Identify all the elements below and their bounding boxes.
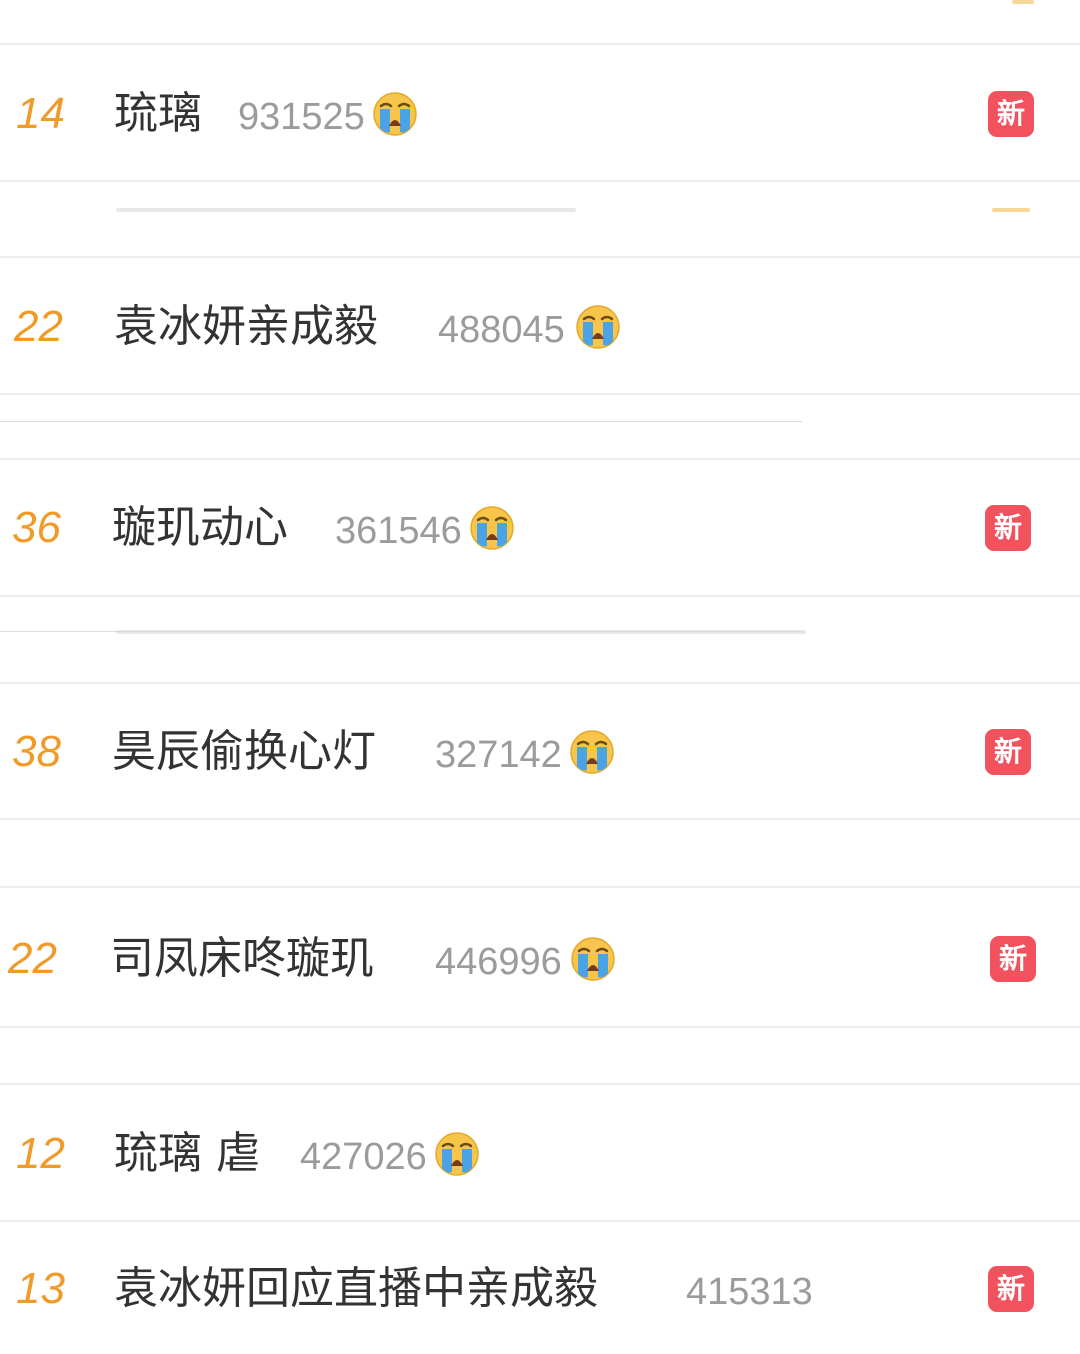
divider: [0, 458, 1080, 460]
new-badge: 新: [990, 936, 1036, 982]
topic-title[interactable]: 璇玑动心: [112, 498, 288, 558]
rank-number: 36: [12, 503, 61, 552]
crying-face-icon: [371, 90, 419, 138]
rank-number: 12: [16, 1129, 65, 1178]
heat-count: 415313: [686, 1271, 813, 1313]
new-badge: 新: [985, 505, 1031, 551]
new-badge: 新: [985, 729, 1031, 775]
heat-count: 931525: [238, 96, 365, 138]
topic-title[interactable]: 袁冰妍回应直播中亲成毅: [114, 1259, 598, 1319]
rank-number: 13: [16, 1264, 65, 1313]
crying-face-icon: [433, 1130, 481, 1178]
divider: [0, 180, 1080, 182]
cropped-row-fragment: [116, 208, 576, 212]
heat-count: 488045: [438, 309, 565, 351]
divider: [0, 682, 1080, 684]
divider: [0, 1220, 1080, 1222]
divider: [0, 886, 1080, 888]
divider: [0, 421, 802, 422]
divider: [0, 393, 1080, 395]
topic-title[interactable]: 袁冰妍亲成毅: [114, 297, 378, 357]
rank-number: 22: [8, 934, 57, 983]
rank-number: 22: [14, 302, 63, 351]
topic-title[interactable]: 琉璃: [114, 84, 202, 144]
divider: [0, 818, 1080, 820]
new-badge: 新: [988, 1266, 1034, 1312]
heat-count: 427026: [300, 1136, 427, 1178]
heat-count: 361546: [335, 510, 462, 552]
crying-face-icon: [468, 504, 516, 552]
divider: [0, 1083, 1080, 1085]
divider: [0, 256, 1080, 258]
cropped-row-fragment: [992, 208, 1030, 212]
topic-title[interactable]: 琉璃 虐: [114, 1124, 260, 1184]
divider: [0, 595, 1080, 597]
cropped-row-fragment: [1012, 0, 1034, 4]
divider: [0, 43, 1080, 45]
crying-face-icon: [569, 935, 617, 983]
divider: [0, 1026, 1080, 1028]
heat-count: 327142: [435, 734, 562, 776]
topic-title[interactable]: 司凤床咚璇玑: [110, 929, 374, 989]
cropped-row-fragment: [116, 630, 806, 634]
crying-face-icon: [574, 303, 622, 351]
new-badge: 新: [988, 91, 1034, 137]
rank-number: 38: [12, 727, 61, 776]
topic-title[interactable]: 昊辰偷换心灯: [112, 722, 376, 782]
heat-count: 446996: [435, 941, 562, 983]
rank-number: 14: [16, 89, 65, 138]
crying-face-icon: [568, 728, 616, 776]
